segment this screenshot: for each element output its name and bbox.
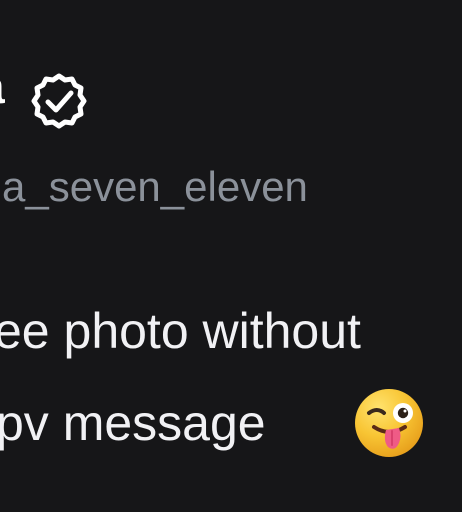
display-name: a bbox=[0, 64, 5, 112]
bio-line-2: pv message bbox=[0, 395, 266, 451]
verified-check-icon bbox=[31, 73, 87, 129]
profile-header: a a_seven_eleven ee photo without pv mes… bbox=[0, 0, 462, 512]
winking-face-with-tongue-icon bbox=[355, 389, 423, 457]
username: a_seven_eleven bbox=[2, 163, 308, 210]
bio-line-1: ee photo without bbox=[0, 303, 361, 359]
